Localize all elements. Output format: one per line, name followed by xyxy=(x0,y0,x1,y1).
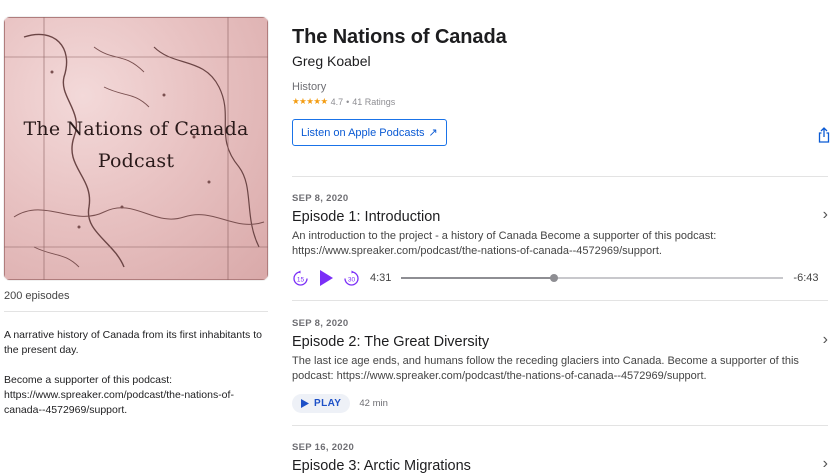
show-header: The Nations of Canada Greg Koabel Histor… xyxy=(292,26,828,146)
episode-date: SEP 8, 2020 xyxy=(292,193,349,204)
listen-on-apple-podcasts-button[interactable]: Listen on Apple Podcasts ↗ xyxy=(292,119,447,146)
skip-back-15-icon[interactable]: 15 xyxy=(292,270,309,287)
svg-text:15: 15 xyxy=(297,276,305,283)
playback-scrubber[interactable] xyxy=(401,274,784,282)
episode-row-1[interactable]: › SEP 8, 2020 Episode 1: Introduction An… xyxy=(292,193,828,288)
episode-count: 200 episodes xyxy=(4,290,70,302)
listen-button-label: Listen on Apple Podcasts xyxy=(301,126,425,139)
episode-divider xyxy=(292,425,828,426)
episode-date: SEP 16, 2020 xyxy=(292,442,355,453)
episode-title[interactable]: Episode 2: The Great Diversity xyxy=(292,334,828,350)
map-illustration xyxy=(4,17,268,280)
chevron-right-icon[interactable]: › xyxy=(823,331,828,349)
star-rating-icon: ★★★★★ xyxy=(292,96,328,106)
play-button[interactable]: PLAY xyxy=(292,394,351,413)
play-icon[interactable] xyxy=(318,269,334,287)
rating-value: 4.7 xyxy=(330,96,344,107)
chevron-right-icon[interactable]: › xyxy=(823,455,828,473)
show-sidebar: 200 episodes A narrative history of Cana… xyxy=(4,290,268,433)
artwork-title-line1: The Nations of Canada xyxy=(23,118,249,140)
rating-separator: • xyxy=(346,96,350,107)
description-paragraph-2: Become a supporter of this podcast: http… xyxy=(4,374,234,416)
rating-summary: ★★★★★ 4.7 • 41 Ratings xyxy=(292,96,828,107)
episode-divider xyxy=(292,300,828,301)
episode-divider xyxy=(292,176,828,177)
show-title: The Nations of Canada xyxy=(292,26,507,48)
ratings-count: 41 Ratings xyxy=(352,96,396,107)
episode-title[interactable]: Episode 3: Arctic Migrations xyxy=(292,458,828,474)
episode-description: An introduction to the project - a histo… xyxy=(292,230,717,257)
sidebar-divider xyxy=(4,311,268,312)
show-author[interactable]: Greg Koabel xyxy=(292,53,828,69)
show-genre[interactable]: History xyxy=(292,81,828,93)
external-link-arrow-icon: ↗ xyxy=(428,127,438,139)
show-description: A narrative history of Canada from its f… xyxy=(4,328,268,418)
episode-date: SEP 8, 2020 xyxy=(292,318,349,329)
play-button-label: PLAY xyxy=(314,398,342,409)
description-paragraph-1: A narrative history of Canada from its f… xyxy=(4,329,262,356)
remaining-time: -6:43 xyxy=(793,272,819,284)
episode-duration: 42 min xyxy=(359,398,388,409)
episode-title[interactable]: Episode 1: Introduction xyxy=(292,209,828,225)
svg-text:30: 30 xyxy=(348,276,356,283)
skip-forward-30-icon[interactable]: 30 xyxy=(343,270,360,287)
share-icon[interactable] xyxy=(818,127,830,148)
playback-progress xyxy=(401,277,555,279)
episode-actions: PLAY 42 min xyxy=(292,394,828,413)
podcast-artwork: The Nations of Canada Podcast xyxy=(4,17,268,280)
chevron-right-icon[interactable]: › xyxy=(823,206,828,224)
episode-description: The last ice age ends, and humans follow… xyxy=(292,355,799,382)
episode-player: 15 30 4:31 -6:43 xyxy=(292,268,828,288)
elapsed-time: 4:31 xyxy=(370,272,392,284)
episode-row-2[interactable]: › SEP 8, 2020 Episode 2: The Great Diver… xyxy=(292,318,828,413)
scrubber-handle[interactable] xyxy=(550,274,559,282)
episode-row-3[interactable]: › SEP 16, 2020 Episode 3: Arctic Migrati… xyxy=(292,442,828,474)
play-icon xyxy=(301,399,309,408)
artwork-title-line2: Podcast xyxy=(97,150,175,172)
